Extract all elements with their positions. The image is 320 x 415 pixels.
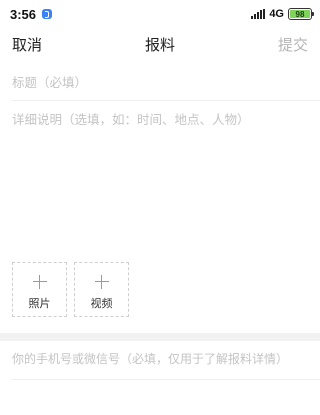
status-time: 3:56 — [10, 6, 37, 22]
contact-input[interactable] — [12, 346, 312, 372]
contact-divider — [12, 379, 320, 380]
status-indicators: 4G 98 — [251, 8, 314, 20]
submit-button[interactable]: 提交 — [278, 34, 308, 55]
navigation-bar: 取消 报料 提交 — [0, 28, 320, 62]
battery-icon: 98 — [288, 8, 314, 20]
title-divider — [12, 100, 320, 101]
description-input[interactable] — [12, 110, 308, 250]
plus-icon — [33, 275, 47, 289]
add-photo-button[interactable]: 照片 — [12, 262, 67, 317]
page-title: 报料 — [144, 36, 175, 54]
signal-bars-icon — [251, 9, 266, 19]
plus-icon — [95, 275, 109, 289]
add-video-button[interactable]: 视频 — [74, 262, 129, 317]
section-separator — [0, 333, 320, 341]
battery-level: 98 — [290, 10, 310, 19]
title-input[interactable] — [12, 68, 308, 96]
network-type: 4G — [269, 8, 284, 20]
status-bar: 3:56 4G 98 — [0, 0, 320, 28]
video-label: 视频 — [90, 297, 113, 310]
photo-label: 照片 — [28, 297, 51, 310]
app-notification-icon — [42, 9, 53, 19]
cancel-button[interactable]: 取消 — [12, 34, 42, 55]
